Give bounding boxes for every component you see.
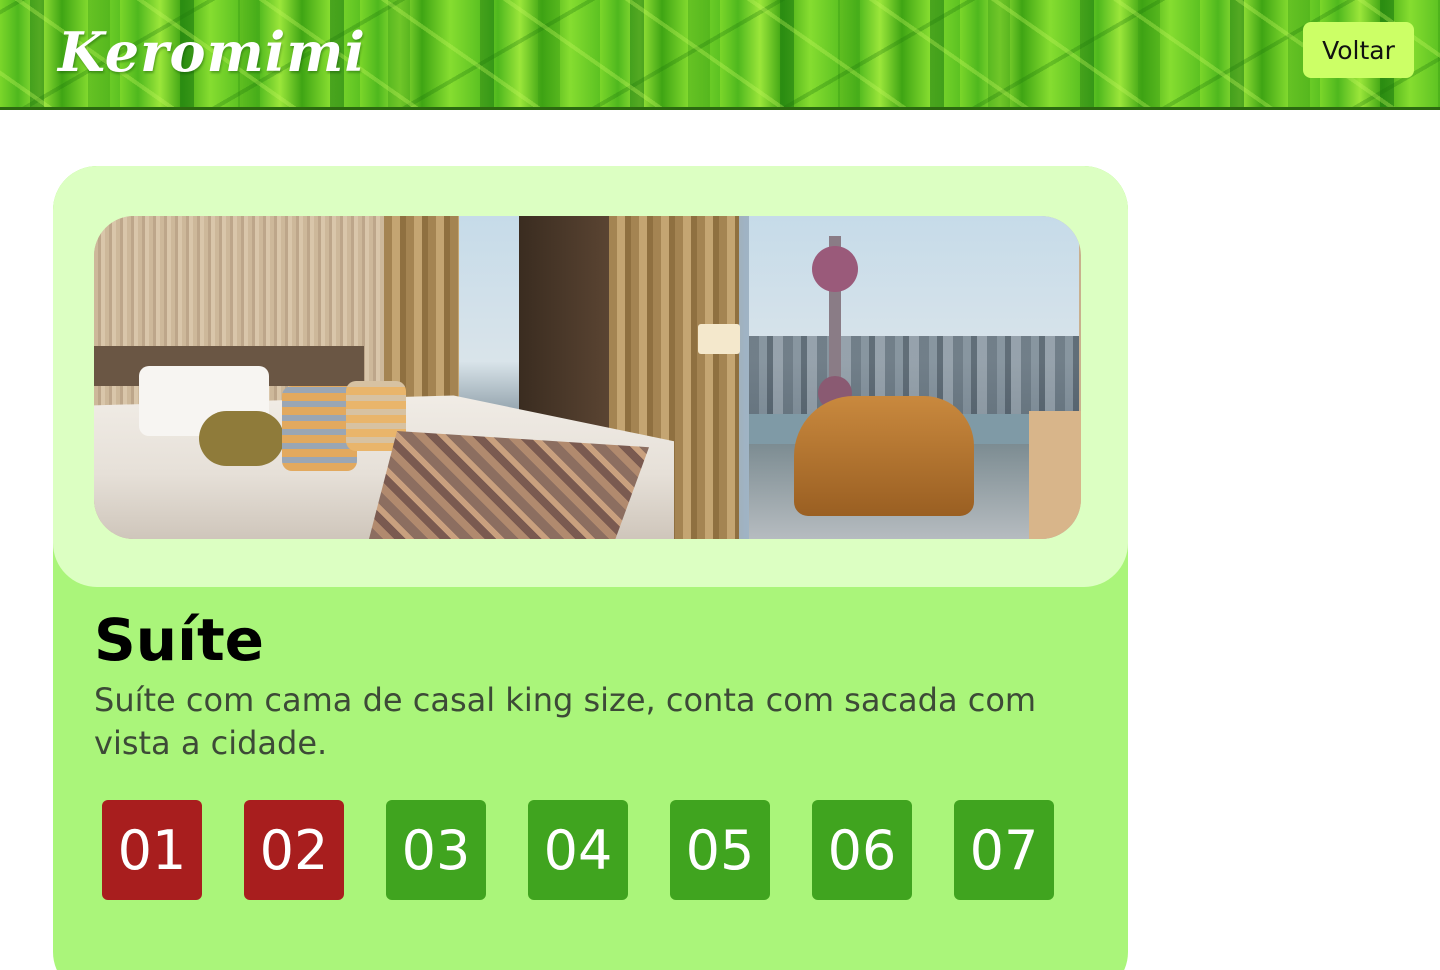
room-description: Suíte com cama de casal king size, conta… (94, 681, 1037, 762)
room-number-list: 01 02 03 04 05 06 07 (102, 800, 1054, 900)
room-card: Suíte Suíte com cama de casal king size,… (53, 166, 1128, 970)
room-title: Suíte (94, 606, 265, 674)
room-button-02[interactable]: 02 (244, 800, 344, 900)
room-button-04[interactable]: 04 (528, 800, 628, 900)
suite-photo (94, 216, 1081, 539)
room-button-03[interactable]: 03 (386, 800, 486, 900)
room-button-07[interactable]: 07 (954, 800, 1054, 900)
back-button[interactable]: Voltar (1303, 22, 1414, 78)
photo-panel (53, 166, 1128, 587)
room-button-06[interactable]: 06 (812, 800, 912, 900)
brand-logo[interactable]: Keromimi (58, 20, 366, 84)
room-button-05[interactable]: 05 (670, 800, 770, 900)
header-bar: Keromimi Voltar (0, 0, 1440, 110)
room-button-01[interactable]: 01 (102, 800, 202, 900)
